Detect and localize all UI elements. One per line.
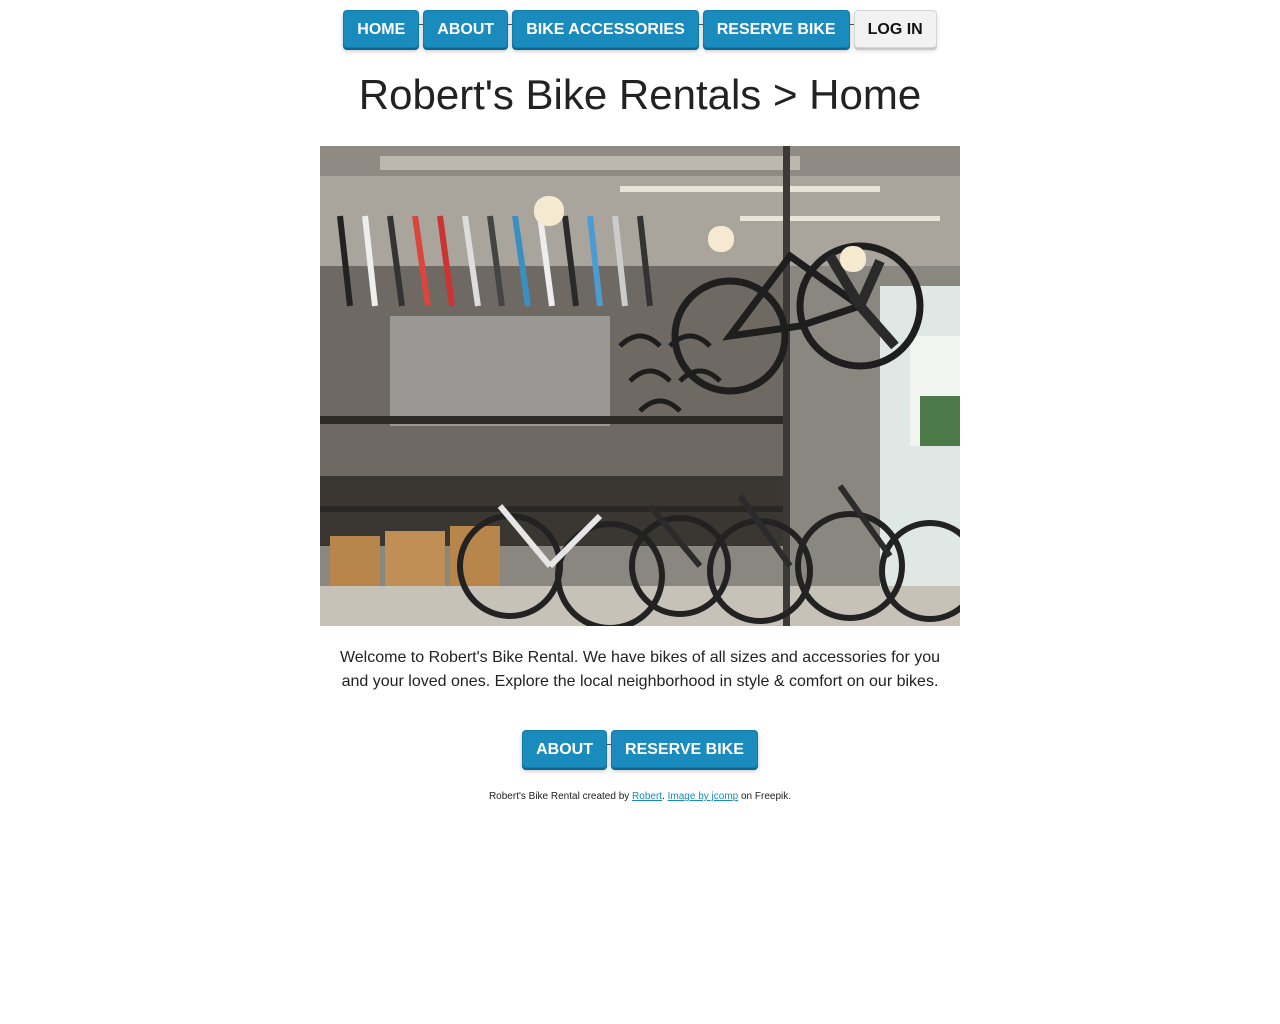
- hero-image: [320, 146, 960, 626]
- nav-login-button[interactable]: LOG IN: [853, 10, 937, 48]
- cta-about-button[interactable]: ABOUT: [522, 730, 608, 768]
- footer-suffix: on Freepik.: [738, 791, 792, 802]
- footer: Robert's Bike Rental created by Robert. …: [0, 790, 1280, 804]
- welcome-text: Welcome to Robert's Bike Rental. We have…: [339, 649, 941, 690]
- page-title: Robert's Bike Rentals > Home: [358, 71, 922, 118]
- nav-bike-accessories-button[interactable]: BIKE ACCESSORIES: [512, 10, 699, 48]
- nav-home-button[interactable]: HOME: [343, 10, 420, 48]
- main-nav: HOME ABOUT BIKE ACCESSORIES RESERVE BIKE…: [0, 10, 1280, 48]
- bike-shop-illustration: [320, 146, 960, 626]
- footer-image-credit-link[interactable]: Image by jcomp: [668, 791, 739, 802]
- nav-about-button[interactable]: ABOUT: [423, 10, 509, 48]
- footer-author-link[interactable]: Robert: [632, 791, 662, 802]
- footer-prefix: Robert's Bike Rental created by: [488, 791, 633, 802]
- cta-buttons: ABOUT RESERVE BIKE: [0, 730, 1280, 768]
- nav-reserve-bike-button[interactable]: RESERVE BIKE: [702, 10, 850, 48]
- cta-reserve-bike-button[interactable]: RESERVE BIKE: [611, 730, 758, 768]
